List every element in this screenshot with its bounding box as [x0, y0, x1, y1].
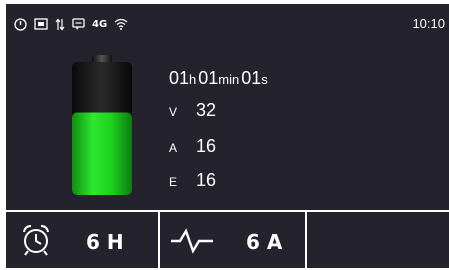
battery-fill	[72, 112, 132, 195]
status-bar: 4G 10:10	[6, 4, 449, 44]
chat-icon	[72, 17, 85, 30]
timer-minutes-unit: min	[218, 72, 240, 87]
status-icons: 4G	[14, 16, 128, 32]
battery-cap	[92, 55, 112, 63]
duration-setting[interactable]: 6 H	[6, 212, 158, 270]
elapsed-timer: 01h 01min 01s	[169, 68, 270, 89]
wifi-icon	[114, 18, 128, 30]
battery-icon	[72, 55, 132, 195]
timer-minutes: 01	[198, 68, 219, 88]
power-icon	[14, 17, 27, 31]
timer-hours-unit: h	[189, 72, 197, 87]
current-value: 16	[196, 136, 217, 156]
energy-row: E 16	[169, 170, 216, 191]
device-screen: 4G 10:10 01h 01min 01s V 32 A 16 E 16 6 …	[6, 4, 449, 270]
updown-arrows-icon	[55, 18, 65, 30]
current-label: A	[169, 141, 178, 155]
network-type-label: 4G	[92, 18, 108, 30]
screen-icon	[34, 18, 48, 30]
alarm-clock-icon	[23, 225, 49, 256]
voltage-value: 32	[196, 100, 217, 120]
current-row: A 16	[169, 136, 216, 157]
timer-hours: 01	[169, 68, 190, 88]
empty-cell	[307, 212, 449, 270]
voltage-label: V	[169, 105, 178, 119]
energy-value: 16	[196, 170, 217, 190]
waveform-icon	[171, 228, 213, 254]
duration-value: 6 H	[86, 230, 124, 254]
timer-seconds-unit: s	[261, 72, 268, 87]
current-setting[interactable]: 6 A	[160, 212, 305, 270]
timer-seconds: 01	[241, 68, 262, 88]
voltage-row: V 32	[169, 100, 216, 121]
energy-label: E	[169, 175, 178, 189]
bottom-bar: 6 H 6 A	[6, 210, 449, 270]
status-time: 10:10	[412, 16, 445, 31]
current-setting-value: 6 A	[246, 230, 283, 254]
